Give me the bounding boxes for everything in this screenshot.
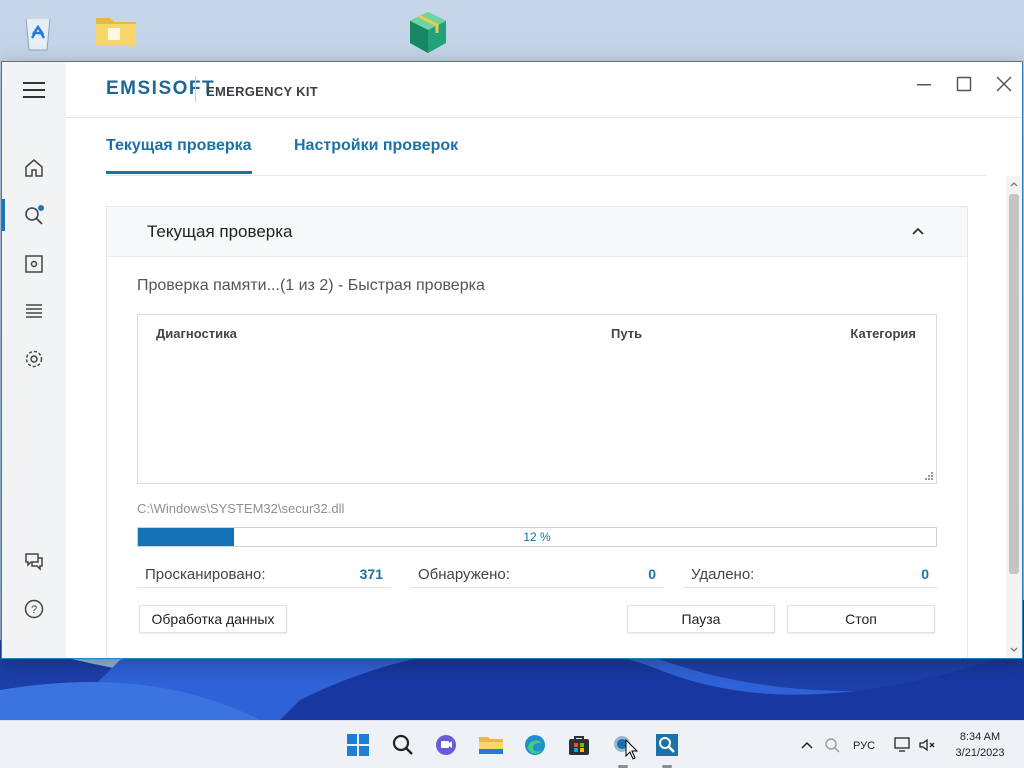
stat-scanned-label: Просканировано: [145,566,266,583]
mouse-cursor-icon [625,739,639,760]
feedback-icon[interactable] [2,541,66,581]
title-bar: EMSISOFT EMERGENCY KIT [66,62,1022,118]
scrollbar[interactable] [1006,176,1022,658]
language-indicator[interactable]: РУС [853,740,875,752]
volume-muted-icon[interactable] [914,731,942,759]
product-name: EMERGENCY KIT [206,84,319,99]
edge-browser-icon[interactable] [521,731,549,759]
home-icon[interactable] [2,148,66,188]
stat-detected: Обнаружено: 0 [410,564,664,588]
stat-detected-value: 0 [648,566,656,582]
current-file-path: C:\Windows\SYSTEM32\secur32.dll [137,501,345,516]
panel-title: Текущая проверка [147,222,293,241]
emsisoft-window: ? EMSISOFT EMERGENCY KIT Текущая проверк… [1,61,1023,659]
tray-search-icon[interactable] [818,731,846,759]
package-icon[interactable] [404,8,452,56]
column-header-diagnosis[interactable]: Диагностика [156,326,237,341]
clock-date: 3/21/2023 [955,747,1005,759]
stat-removed-label: Удалено: [691,566,755,583]
stat-scanned-value: 371 [359,566,383,582]
stat-removed-value: 0 [921,566,929,582]
scan-status-text: Проверка памяти...(1 из 2) - Быстрая про… [137,277,485,294]
stat-scanned: Просканировано: 371 [137,564,391,588]
clock-time: 8:34 AM [959,731,1001,743]
column-header-category[interactable]: Категория [850,326,916,341]
svg-text:?: ? [31,604,37,616]
process-data-button[interactable]: Обработка данных [139,605,287,633]
pause-button[interactable]: Пауза [627,605,775,633]
start-icon[interactable] [344,731,372,759]
file-explorer-icon[interactable] [477,731,505,759]
folder-icon[interactable] [92,8,140,56]
stat-detected-label: Обнаружено: [418,566,510,583]
store-icon[interactable] [565,731,593,759]
stop-button[interactable]: Стоп [787,605,935,633]
chevron-up-icon[interactable] [911,226,925,238]
logo-divider [195,76,196,102]
tab-current-scan[interactable]: Текущая проверка [106,137,252,174]
scroll-thumb[interactable] [1009,194,1019,574]
settings-icon[interactable] [2,339,66,379]
help-icon[interactable]: ? [2,589,66,629]
scan-icon[interactable] [2,195,66,235]
panel-header[interactable]: Текущая проверка [107,207,967,257]
magnifier-app-icon[interactable] [653,731,681,759]
current-scan-panel: Текущая проверка Проверка памяти...(1 из… [106,206,968,658]
tab-bar: Текущая проверка Настройки проверок [106,118,986,176]
column-header-path[interactable]: Путь [611,326,642,341]
results-table: Диагностика Путь Категория [137,314,937,484]
chat-icon[interactable] [432,731,460,759]
tab-scan-settings[interactable]: Настройки проверок [294,137,458,155]
sidebar: ? [2,62,66,658]
minimize-button[interactable] [907,70,941,98]
search-icon[interactable] [389,731,417,759]
brand-logo: EMSISOFT [106,78,216,99]
stat-removed: Удалено: 0 [683,564,937,588]
chevron-up-icon[interactable] [793,731,821,759]
clock[interactable]: 8:34 AM 3/21/2023 [945,729,1015,761]
logs-icon[interactable] [2,291,66,331]
recycle-bin-icon[interactable] [14,8,62,56]
progress-label: 12 % [523,530,551,544]
scan-progress-bar: 12 % [137,527,937,547]
resize-grip-icon[interactable] [925,472,934,481]
maximize-button[interactable] [947,70,981,98]
quarantine-icon[interactable] [2,244,66,284]
taskbar: РУС 8:34 AM 3/21/2023 [0,720,1024,768]
close-button[interactable] [987,70,1021,98]
menu-icon[interactable] [2,62,66,118]
